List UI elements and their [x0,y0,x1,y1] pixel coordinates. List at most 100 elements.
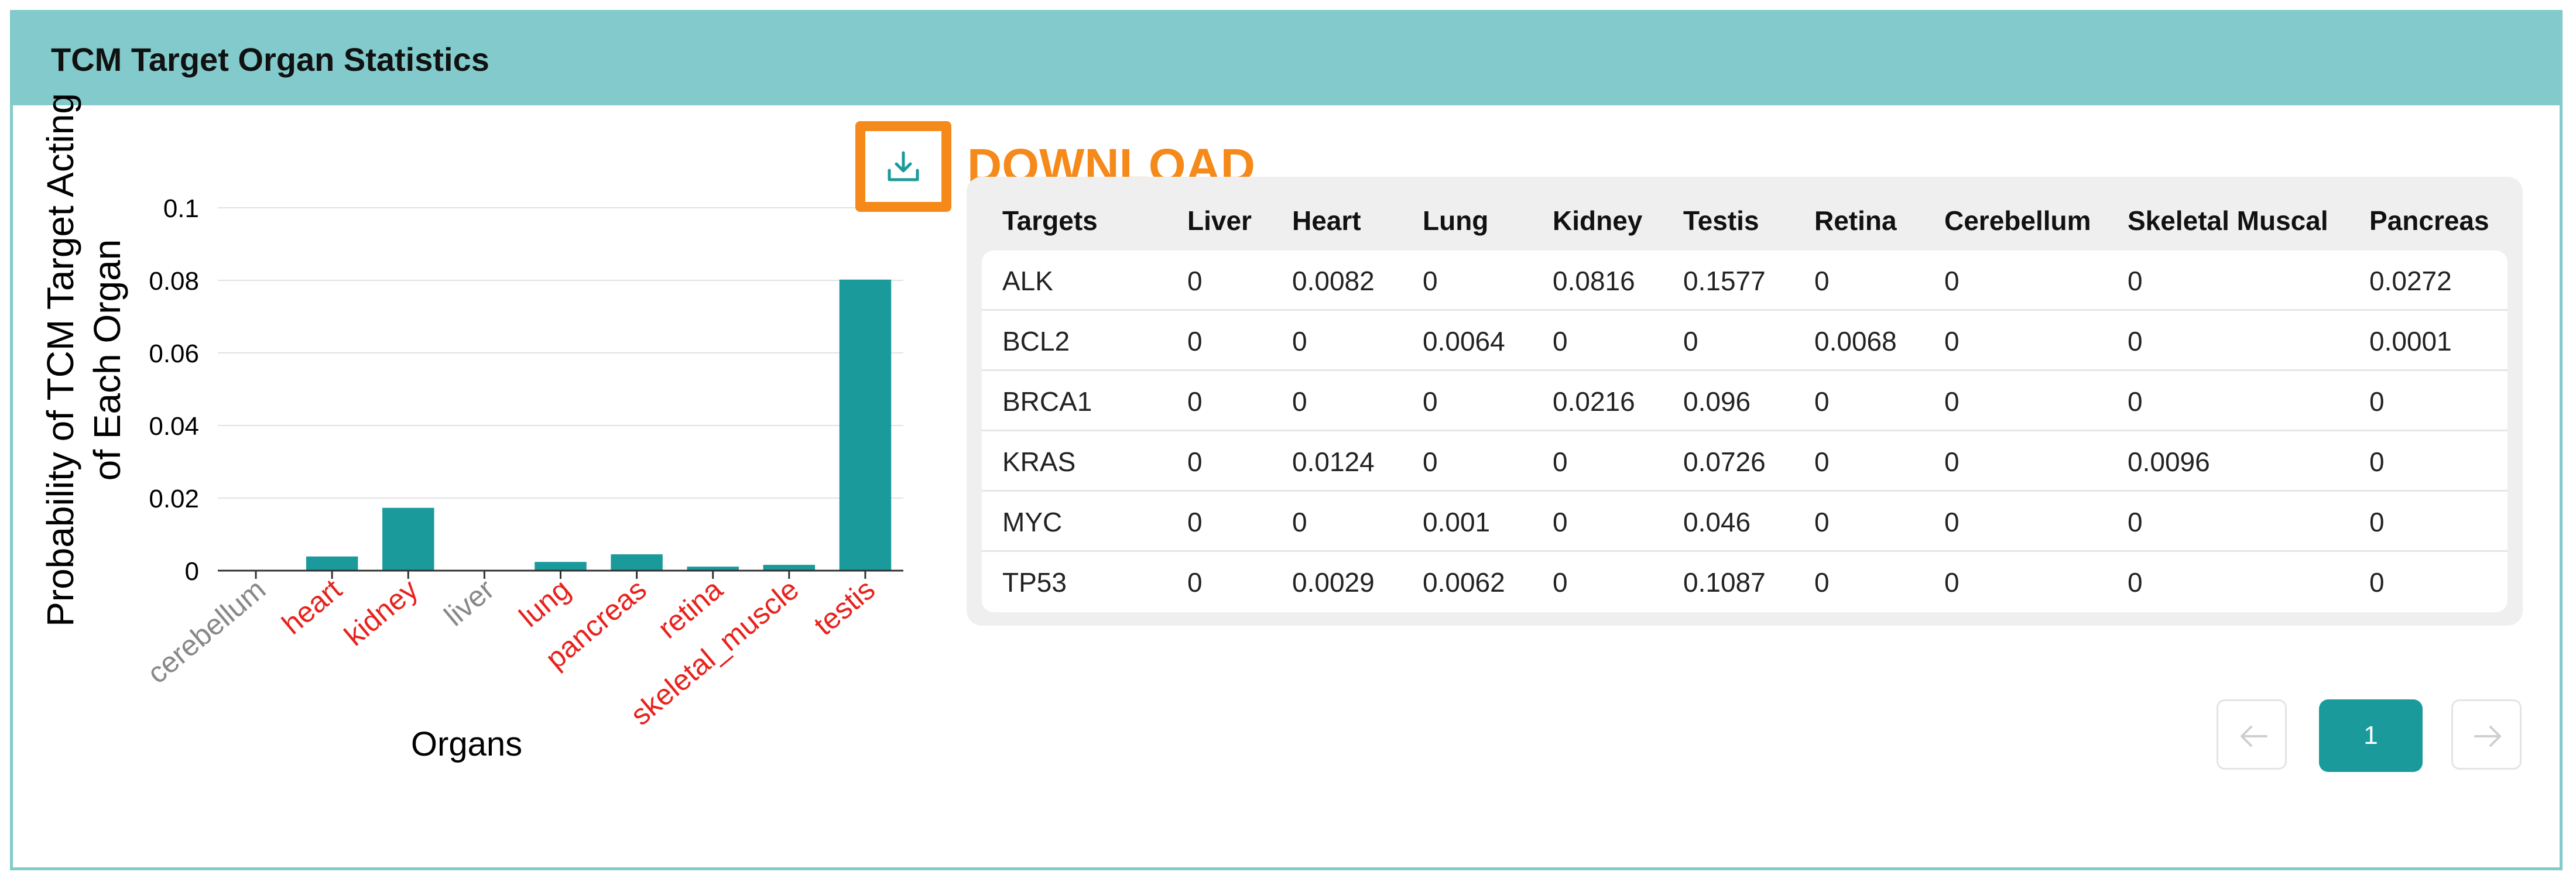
column-header-liver: Liver [1187,205,1252,236]
column-header-lung: Lung [1423,205,1489,236]
organ-bar-chart: 0 0.02 0.04 0.06 0.08 0.1 cerebellum heartkidn… [39,93,903,763]
table-cell: 0 [1683,326,1698,356]
table-cell: 0 [1553,326,1568,356]
table-cell: 0 [1187,507,1203,537]
x-axis-label: Organs [411,725,522,763]
x-tick-label-liver: liver [438,573,500,633]
table-cell: 0.0096 [2128,447,2210,477]
table-cell: 0.1577 [1683,266,1766,296]
table-cell: 0.001 [1423,507,1491,537]
table-cell: 0.0082 [1292,266,1375,296]
table-cell: 0 [1553,567,1568,598]
page-1-button[interactable]: 1 [2319,699,2423,772]
table-cell: 0 [1187,266,1203,296]
table-cell: 0.0029 [1292,567,1375,598]
column-header-pancreas: Pancreas [2369,205,2489,236]
table-cell: 0.0216 [1553,386,1635,417]
table-cell: 0 [2369,447,2385,477]
table-cell: BCL2 [1002,326,1070,356]
table-cell: 0.0272 [2369,266,2452,296]
download-icon [888,151,919,181]
table-row: MYC 0 0 0.001 0 0.046 0 0 0 0 [982,492,2508,552]
table-cell: 0 [1944,507,1960,537]
table-cell: 0.0062 [1423,567,1505,598]
y-tick-label: 0.04 [149,412,199,441]
table-cell: 0.0816 [1553,266,1635,296]
table-cell: 0 [2128,507,2143,537]
table-row: BCL2 0 0 0.0064 0 0 0.0068 0 0 0.0001 [982,311,2508,371]
x-tick-label-heart: heart [276,572,348,640]
table-cell: 0 [1423,386,1438,417]
table-cell: 0 [1944,447,1960,477]
table-cell: TP53 [1002,567,1067,598]
table-cell: 0.0726 [1683,447,1766,477]
table-cell: 0 [1814,507,1830,537]
bar-testis [839,279,892,571]
column-header-retina: Retina [1814,205,1897,236]
table-row: TP53 0 0.0029 0.0062 0 0.1087 0 0 0 0 [982,552,2508,612]
table-cell: 0 [1292,326,1307,356]
y-axis-label-line-2: of Each Organ [86,239,128,481]
arrow-right-icon [2474,726,2501,747]
column-header-targets: Targets [1002,205,1098,236]
table-cell: 0.0064 [1423,326,1505,356]
arrow-left-icon [2241,726,2267,747]
y-tick-label: 0.08 [149,267,199,296]
bar-heart [306,556,358,571]
x-tick-label-kidney: kidney [338,573,424,653]
table-header: Targets Liver Heart Lung Kidney Testis Retina C… [967,177,2523,250]
table-cell: 0 [1814,266,1830,296]
table-cell: 0 [1292,507,1307,537]
x-tick-label-testis: testis [808,573,881,642]
table-cell: 0 [1944,266,1960,296]
table-cell: 0 [1944,567,1960,598]
table-cell: 0 [1187,326,1203,356]
next-page-button[interactable] [2451,699,2522,770]
y-tick-label: 0.02 [149,485,199,513]
y-tick-label: 0 [185,557,199,586]
table-body: ALK 0 0.0082 0 0.0816 0.1577 0 0 0 0.0272 BCL2 0 0 0.… [982,250,2508,612]
bar-lung [535,562,587,571]
table-cell: 0.0068 [1814,326,1897,356]
table-cell: 0 [1814,386,1830,417]
bar-kidney [382,507,434,571]
table-cell: 0 [2369,386,2385,417]
bar-pancreas [611,554,663,571]
table-cell: 0 [1553,447,1568,477]
table-cell: 0 [2128,266,2143,296]
prev-page-button[interactable] [2217,699,2287,770]
table-cell: 0 [2369,567,2385,598]
table-cell: 0 [2128,326,2143,356]
target-organ-table: Targets Liver Heart Lung Kidney Testis Retina C… [967,177,2523,626]
table-cell: 0 [1423,447,1438,477]
column-header-kidney: Kidney [1553,205,1643,236]
table-cell: 0 [1187,386,1203,417]
column-header-cerebellum: Cerebellum [1944,205,2091,236]
table-row: ALK 0 0.0082 0 0.0816 0.1577 0 0 0 0.0272 [982,250,2508,311]
table-cell: ALK [1002,266,1053,296]
table-cell: 0 [2369,507,2385,537]
table-cell: 0 [2128,567,2143,598]
x-tick-label-cerebellum: cerebellum [141,573,272,690]
table-cell: 0 [1187,567,1203,598]
table-cell: 0 [1944,326,1960,356]
column-header-heart: Heart [1292,205,1361,236]
table-cell: 0 [1292,386,1307,417]
table-cell: 0.1087 [1683,567,1766,598]
y-tick-label: 0.1 [163,194,199,223]
table-cell: 0.0124 [1292,447,1375,477]
table-row: BRCA1 0 0 0 0.0216 0.096 0 0 0 0 [982,371,2508,431]
table-row: KRAS 0 0.0124 0 0 0.0726 0 0 0.0096 0 [982,431,2508,492]
table-cell: 0 [1944,386,1960,417]
table-cell: 0.0001 [2369,326,2452,356]
table-cell: 0.096 [1683,386,1751,417]
table-cell: 0 [1814,567,1830,598]
table-cell: KRAS [1002,447,1076,477]
table-cell: 0.046 [1683,507,1751,537]
table-cell: 0 [1553,507,1568,537]
table-cell: MYC [1002,507,1063,537]
download-button[interactable] [855,121,951,212]
column-header-testis: Testis [1683,205,1759,236]
table-cell: 0 [1814,447,1830,477]
table-cell: BRCA1 [1002,386,1092,417]
